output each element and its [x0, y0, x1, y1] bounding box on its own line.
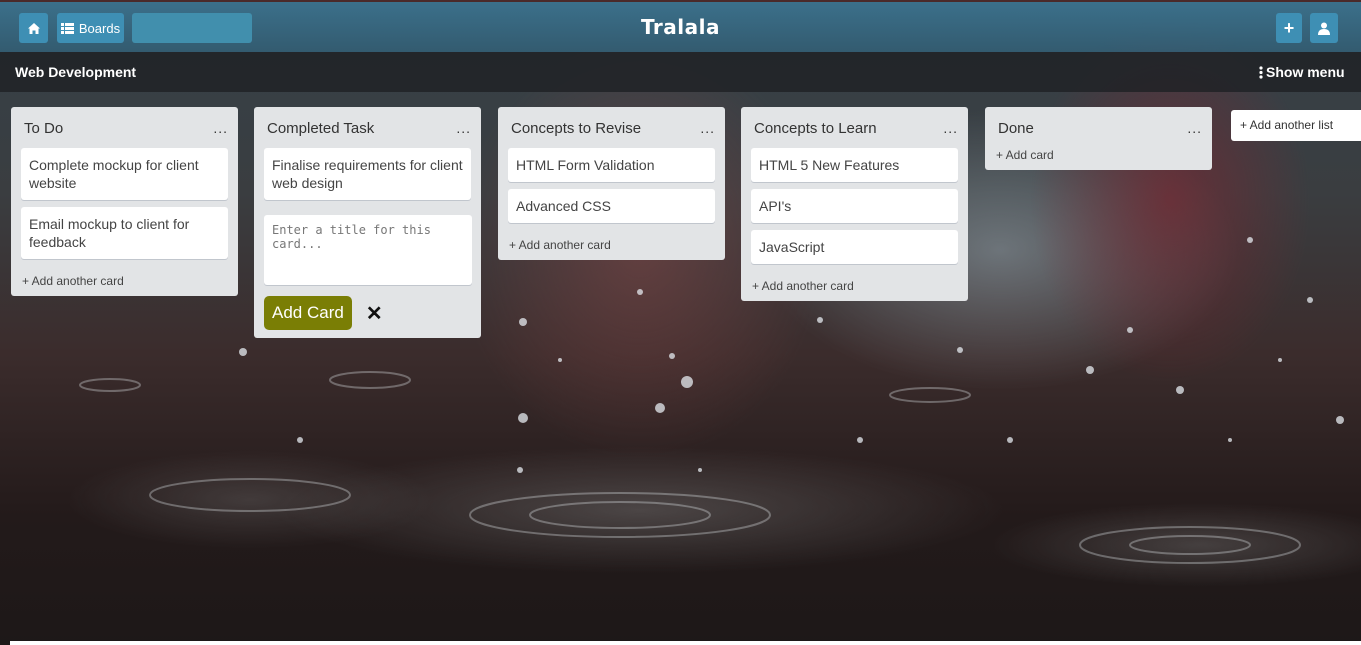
card[interactable]: Advanced CSS — [508, 189, 715, 223]
list-title[interactable]: Done — [998, 120, 1034, 137]
list-menu-button[interactable]: ... — [1187, 120, 1202, 136]
add-card-button[interactable]: + Add another card — [21, 274, 228, 288]
list-header: To Do ... — [21, 115, 228, 141]
list-concepts-to-learn: Concepts to Learn ... HTML 5 New Feature… — [741, 107, 968, 301]
card-title-input[interactable] — [264, 215, 472, 285]
add-card-button[interactable]: + Add another card — [751, 279, 958, 293]
user-icon — [1318, 22, 1330, 35]
list-menu-button[interactable]: ... — [456, 120, 471, 136]
page-bottom-border — [10, 641, 1361, 645]
card[interactable]: JavaScript — [751, 230, 958, 264]
list-title[interactable]: To Do — [24, 120, 63, 137]
list-completed-task: Completed Task ... Finalise requirements… — [254, 107, 481, 338]
show-menu-label: Show menu — [1266, 64, 1345, 80]
card[interactable]: Complete mockup for client website — [21, 148, 228, 200]
list-title[interactable]: Concepts to Revise — [511, 120, 641, 137]
add-card-button[interactable]: + Add card — [995, 148, 1202, 162]
card[interactable]: API's — [751, 189, 958, 223]
show-menu-button[interactable]: Show menu — [1259, 64, 1345, 80]
add-card-submit-button[interactable]: Add Card — [264, 296, 352, 330]
top-navigation-bar: Boards Tralala + — [0, 0, 1361, 52]
rain-background — [79, 237, 1344, 564]
user-menu-button[interactable] — [1310, 13, 1338, 43]
board-header: Web Development Show menu — [0, 52, 1361, 92]
list-menu-button[interactable]: ... — [700, 120, 715, 136]
card[interactable]: Email mockup to client for feedback — [21, 207, 228, 259]
list-menu-button[interactable]: ... — [943, 120, 958, 136]
card-composer-controls: Add Card ✕ — [264, 296, 471, 330]
add-card-button[interactable]: + Add another card — [508, 238, 715, 252]
list-done: Done ... + Add card — [985, 107, 1212, 170]
board-title[interactable]: Web Development — [15, 64, 136, 80]
card[interactable]: HTML Form Validation — [508, 148, 715, 182]
list-to-do: To Do ... Complete mockup for client web… — [11, 107, 238, 296]
list-header: Concepts to Learn ... — [751, 115, 958, 141]
card[interactable]: HTML 5 New Features — [751, 148, 958, 182]
add-list-button[interactable]: + Add another list — [1231, 110, 1361, 141]
app-title: Tralala — [640, 15, 720, 39]
card[interactable]: Finalise requirements for client web des… — [264, 148, 471, 200]
create-button[interactable]: + — [1276, 13, 1302, 43]
list-title[interactable]: Concepts to Learn — [754, 120, 877, 137]
list-title[interactable]: Completed Task — [267, 120, 374, 137]
list-header: Done ... — [995, 115, 1202, 141]
close-icon[interactable]: ✕ — [366, 301, 383, 326]
list-header: Completed Task ... — [264, 115, 471, 141]
list-concepts-to-revise: Concepts to Revise ... HTML Form Validat… — [498, 107, 725, 260]
vertical-dots-icon — [1259, 65, 1263, 79]
list-menu-button[interactable]: ... — [213, 120, 228, 136]
list-header: Concepts to Revise ... — [508, 115, 715, 141]
plus-icon: + — [1283, 17, 1295, 38]
